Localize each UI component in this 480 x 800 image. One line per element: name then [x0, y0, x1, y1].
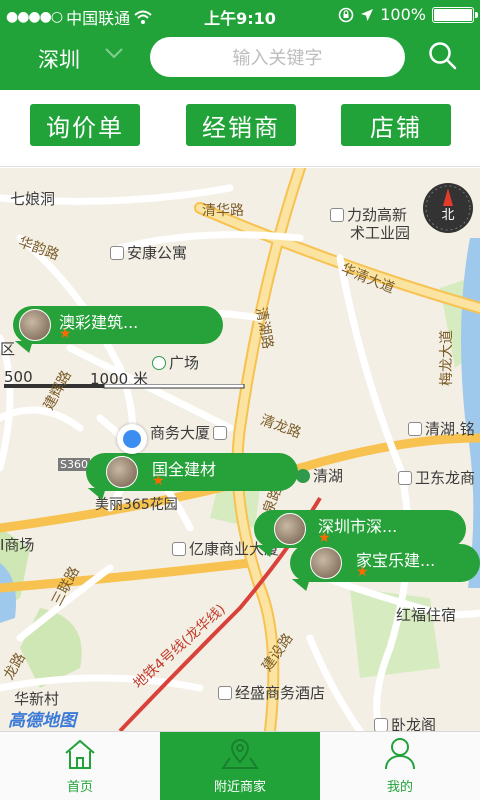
road-label: 清华路: [202, 203, 244, 219]
map-provider-logo: 高德地图: [8, 711, 76, 731]
star-icon: ★: [356, 564, 369, 580]
place-label: 卧龙阁: [374, 714, 436, 731]
merchant-pin[interactable]: 国全建材 ★: [86, 453, 298, 491]
orientation-lock-icon: [338, 7, 354, 22]
tab-home[interactable]: 首页: [0, 732, 160, 800]
place-label: 商务大厦: [150, 422, 230, 443]
user-icon: [385, 738, 415, 770]
inquiry-button[interactable]: 询价单: [30, 104, 140, 146]
place-label: 区: [0, 340, 16, 358]
status-bar: ●●●●○ 中国联通 上午9:10 100%: [0, 0, 480, 30]
battery-percent: 100%: [380, 5, 426, 24]
home-icon: [65, 739, 95, 769]
location-arrow-icon: [361, 8, 374, 21]
search-icon[interactable]: [428, 41, 458, 71]
place-label: 经盛商务酒店: [218, 682, 325, 703]
chevron-down-icon[interactable]: [104, 46, 124, 60]
merchant-pin[interactable]: 深圳市深... ★: [254, 510, 466, 548]
place-label: 卫东龙商: [398, 467, 475, 488]
tab-label: 附近商家: [213, 780, 266, 795]
place-label: 清湖.铭: [408, 418, 475, 439]
battery-icon: [432, 6, 478, 23]
tab-label: 首页: [66, 780, 93, 795]
map-pin-icon: [221, 738, 259, 769]
star-icon: ★: [152, 473, 165, 489]
compass-label: 北: [441, 208, 454, 223]
place-label: 安康公寓: [110, 242, 187, 263]
search-input[interactable]: 输入关键字: [150, 37, 405, 77]
city-selector-label[interactable]: 深圳: [38, 44, 80, 74]
map-base: [0, 168, 480, 731]
current-location-marker[interactable]: [117, 424, 147, 454]
category-bar: 询价单 经销商 店铺: [0, 90, 480, 167]
tab-profile[interactable]: 我的: [320, 732, 480, 800]
merchant-avatar: [310, 547, 342, 579]
search-placeholder: 输入关键字: [232, 48, 323, 69]
star-icon: ★: [59, 326, 72, 342]
place-label: 红福住宿: [396, 606, 457, 624]
tab-nearby[interactable]: 附近商家: [160, 732, 320, 800]
compass-icon[interactable]: 北: [422, 182, 474, 234]
merchant-pin[interactable]: 澳彩建筑... ★: [13, 306, 223, 344]
store-button[interactable]: 店铺: [341, 104, 451, 146]
map-view[interactable]: 500 1000 米 北 七娘洞 安康公寓 力劲高新 术工业园 广场 商务大厦 …: [0, 168, 480, 731]
place-label: 七娘洞: [10, 190, 56, 208]
dealer-button[interactable]: 经销商: [186, 104, 296, 146]
status-right: 100%: [338, 5, 478, 24]
road-label: 梅龙大道: [439, 330, 455, 386]
merchant-avatar: [19, 309, 51, 341]
merchant-avatar: [106, 456, 138, 488]
tab-bar: 首页 附近商家 我的: [0, 731, 480, 800]
place-label: I商场: [0, 536, 35, 554]
place-label: 清湖: [296, 465, 343, 486]
tab-label: 我的: [386, 780, 413, 795]
place-label: 术工业园: [350, 224, 411, 242]
scale-bar: [4, 384, 245, 389]
merchant-avatar: [274, 513, 306, 545]
header: 深圳 输入关键字: [0, 30, 480, 90]
place-label: 广场: [152, 352, 199, 373]
merchant-pin[interactable]: 家宝乐建... ★: [290, 544, 480, 582]
